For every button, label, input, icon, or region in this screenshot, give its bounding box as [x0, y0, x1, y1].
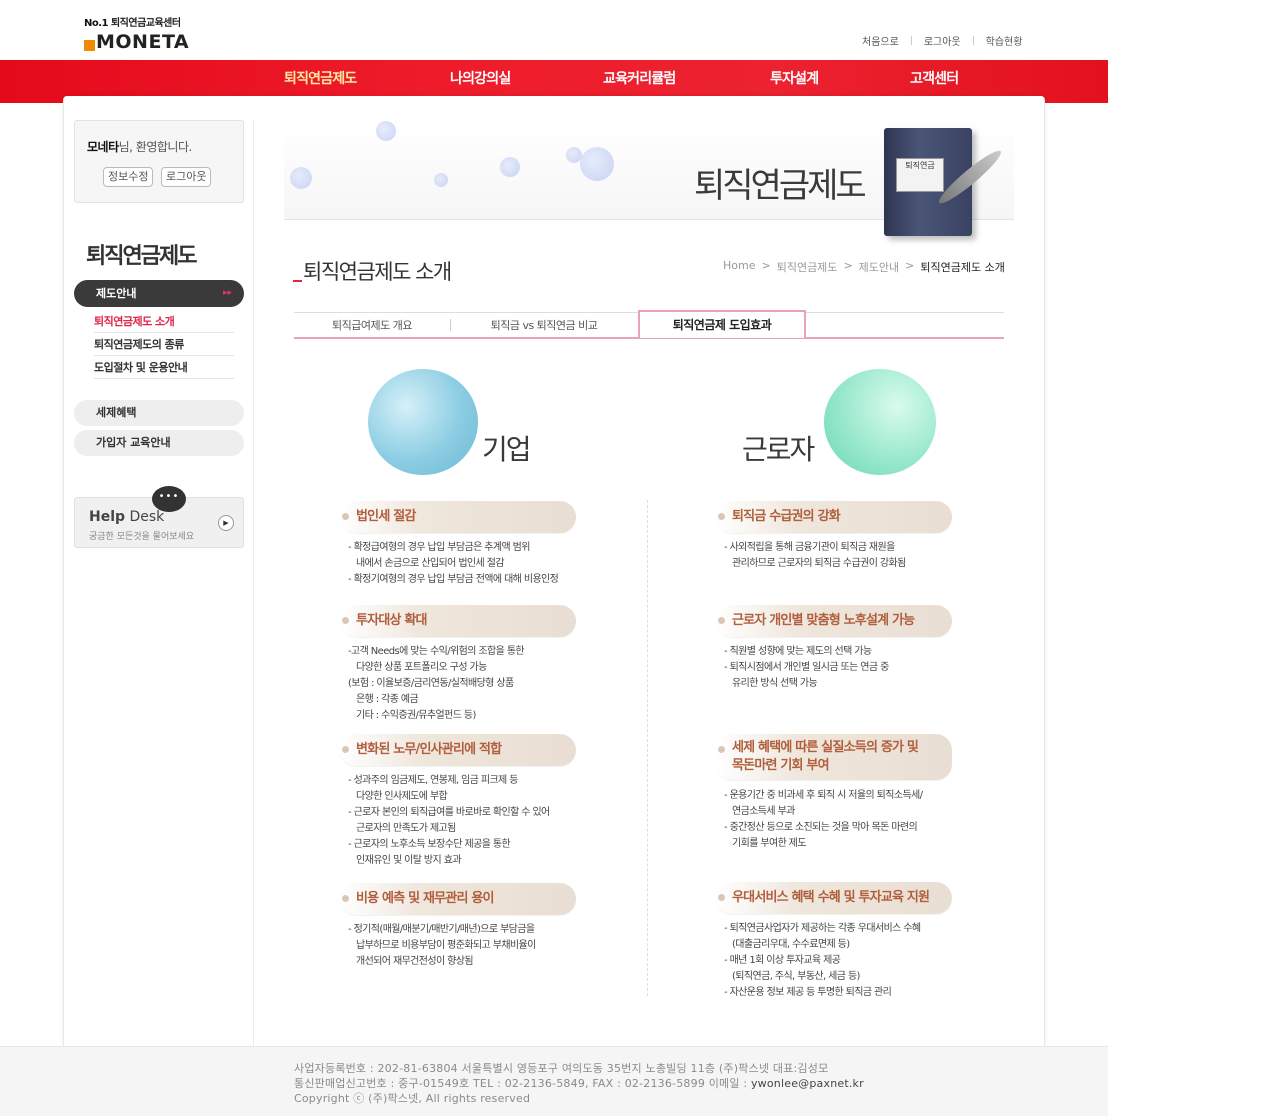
logo-tagline: No.1 퇴직연금교육센터 [84, 18, 181, 29]
company-section-title: 법인세 절감 [340, 501, 576, 533]
login-box: 모네타님, 환영합니다. 정보수정 로그아웃 [74, 120, 244, 203]
worker-label: 근로자 [742, 433, 815, 466]
company-label: 기업 [482, 433, 532, 466]
tab-effects[interactable]: 퇴직연금제 도입효과 [638, 310, 806, 338]
nav-item-pension-system[interactable]: 퇴직연금제도 [284, 68, 357, 88]
breadcrumb-guide[interactable]: 제도안내 [859, 259, 899, 275]
top-links: 처음으로 로그아웃 학습현황 [862, 33, 1022, 48]
tab-overview[interactable]: 퇴직급여제도 개요 [294, 314, 450, 338]
worker-section-title: 우대서비스 혜택 수혜 및 투자교육 지원 [716, 882, 952, 914]
sub-item-intro[interactable]: 퇴직연금제도 소개 [94, 310, 234, 333]
bubble-deco [580, 147, 614, 181]
content-tabs: 퇴직급여제도 개요 퇴직금 vs 퇴직연금 비교 퇴직연금제 도입효과 [294, 310, 1004, 339]
home-link[interactable]: 처음으로 [862, 33, 899, 48]
worker-section-desc: - 퇴직연금사업자가 제공하는 각종 우대서비스 수혜 (대출금리우대, 수수료… [724, 923, 921, 998]
logout-button[interactable]: 로그아웃 [161, 167, 212, 187]
company-section-title: 변화된 노무/인사관리에 적합 [340, 734, 576, 766]
nav-item-curriculum[interactable]: 교육커리큘럼 [603, 68, 676, 88]
company-section-desc: - 확정급여형의 경우 납입 부담금은 추계액 범위 내에서 손금으로 산입되어… [348, 542, 559, 585]
breadcrumb-home[interactable]: Home [723, 259, 755, 275]
book-label: 퇴직연금 [896, 158, 944, 192]
worker-section-desc: - 운용기간 중 비과세 후 퇴직 시 저율의 퇴직소득세/ 연금소득세 부과 … [724, 790, 923, 849]
worker-section-desc: - 사외적립을 통해 금융기관이 퇴직금 재원을 관리하므로 근로자의 퇴직금 … [724, 542, 906, 569]
worker-section-title: 퇴직금 수급권의 강화 [716, 501, 952, 533]
company-section-desc: - 성과주의 임금제도, 연봉제, 임금 피크제 등 다양한 인사제도에 부합 … [348, 775, 550, 866]
footer: 사업자등록번호 : 202-81-63804 서울특별시 영등포구 여의도동 3… [0, 1046, 1108, 1116]
chevron-right-icon: > [843, 259, 853, 272]
divider [972, 36, 974, 45]
moneta-logo[interactable]: No.1 퇴직연금교육센터 MONETA [84, 14, 214, 53]
nav-item-my-classroom[interactable]: 나의강의실 [450, 68, 511, 88]
worker-section-title: 근로자 개인별 맞춤형 노후설계 가능 [716, 605, 952, 637]
logout-link[interactable]: 로그아웃 [924, 33, 961, 48]
company-section-title: 투자대상 확대 [340, 605, 576, 637]
company-section-desc: - 정기적(매월/매분기/매반기/매년)으로 부담금을 납부하므로 비용부담이 … [348, 924, 536, 967]
sidebar-divider [253, 120, 254, 1046]
speech-bubble-icon: ••• [152, 486, 186, 512]
study-status-link[interactable]: 학습현황 [986, 33, 1023, 48]
sidebar-item-member-education[interactable]: 가입자 교육안내 [74, 430, 244, 456]
footer-copyright: Copyright ⓒ (주)팍스넷, All rights reserved [294, 1092, 531, 1105]
bubble-deco [434, 173, 448, 187]
help-desk-subtitle: 궁금한 모든것을 물어보세요 [89, 532, 195, 542]
breadcrumb-pension[interactable]: 퇴직연금제도 [777, 259, 838, 275]
column-divider [647, 500, 648, 996]
nav-item-customer-center[interactable]: 고객센터 [910, 68, 959, 88]
logo-square-icon [84, 39, 95, 51]
footer-business-info: 사업자등록번호 : 202-81-63804 서울특별시 영등포구 여의도동 3… [294, 1062, 829, 1075]
bubble-deco [290, 167, 312, 189]
chevron-down-icon: ▸▸ [222, 288, 232, 298]
logo-name: MONETA [96, 31, 190, 53]
play-arrow-icon: ▶ [218, 515, 234, 531]
worker-section-desc: - 직원별 성향에 맞는 제도의 선택 가능 - 퇴직시점에서 개인별 일시금 … [724, 646, 889, 689]
sidebar-title: 퇴직연금제도 [86, 243, 197, 269]
sidebar-sub-menu: 퇴직연금제도 소개 퇴직연금제도의 종류 도입절차 및 운용안내 [94, 310, 234, 379]
bubble-deco [500, 157, 520, 177]
sidebar-item-tax-benefit[interactable]: 세제혜택 [74, 400, 244, 426]
edit-info-button[interactable]: 정보수정 [103, 167, 154, 187]
logo-word: MONETA [84, 31, 214, 53]
chevron-right-icon: > [905, 259, 915, 272]
sidebar-item-label: 제도안내 [96, 287, 137, 300]
sub-item-procedure[interactable]: 도입절차 및 운용안내 [94, 356, 234, 379]
sidebar-item-system-guide[interactable]: 제도안내 ▸▸ [74, 280, 244, 307]
visual-title: 퇴직연금제도 [694, 166, 867, 206]
company-orb-icon [368, 369, 478, 475]
sub-item-types[interactable]: 퇴직연금제도의 종류 [94, 333, 234, 356]
footer-email-link[interactable]: ywonlee@paxnet.kr [751, 1077, 864, 1090]
chevron-right-icon: > [761, 259, 771, 272]
tab-comparison[interactable]: 퇴직금 vs 퇴직연금 비교 [451, 314, 637, 338]
welcome-text: 모네타님, 환영합니다. [87, 140, 192, 154]
page-title: 퇴직연금제도 소개 [293, 256, 452, 286]
worker-orb-icon [824, 369, 936, 475]
breadcrumb: Home > 퇴직연금제도 > 제도안내 > 퇴직연금제도 소개 [723, 259, 1005, 275]
help-desk-title: Help Desk [89, 509, 165, 525]
company-section-desc: -고객 Needs에 맞는 수익/위험의 조합을 통한 다양한 상품 포트폴리오… [348, 646, 525, 721]
divider [910, 36, 912, 45]
company-section-title: 비용 예측 및 재무관리 용이 [340, 883, 576, 915]
nav-item-investment[interactable]: 투자설계 [770, 68, 819, 88]
bubble-deco [376, 121, 396, 141]
title-accent [293, 280, 302, 282]
footer-contact-info: 통신판매업신고번호 : 중구-01549호 TEL : 02-2136-5849… [294, 1077, 864, 1090]
worker-section-title: 세제 혜택에 따른 실질소득의 증가 및 목돈마련 기회 부여 [716, 734, 952, 780]
breadcrumb-current: 퇴직연금제도 소개 [920, 261, 1005, 274]
